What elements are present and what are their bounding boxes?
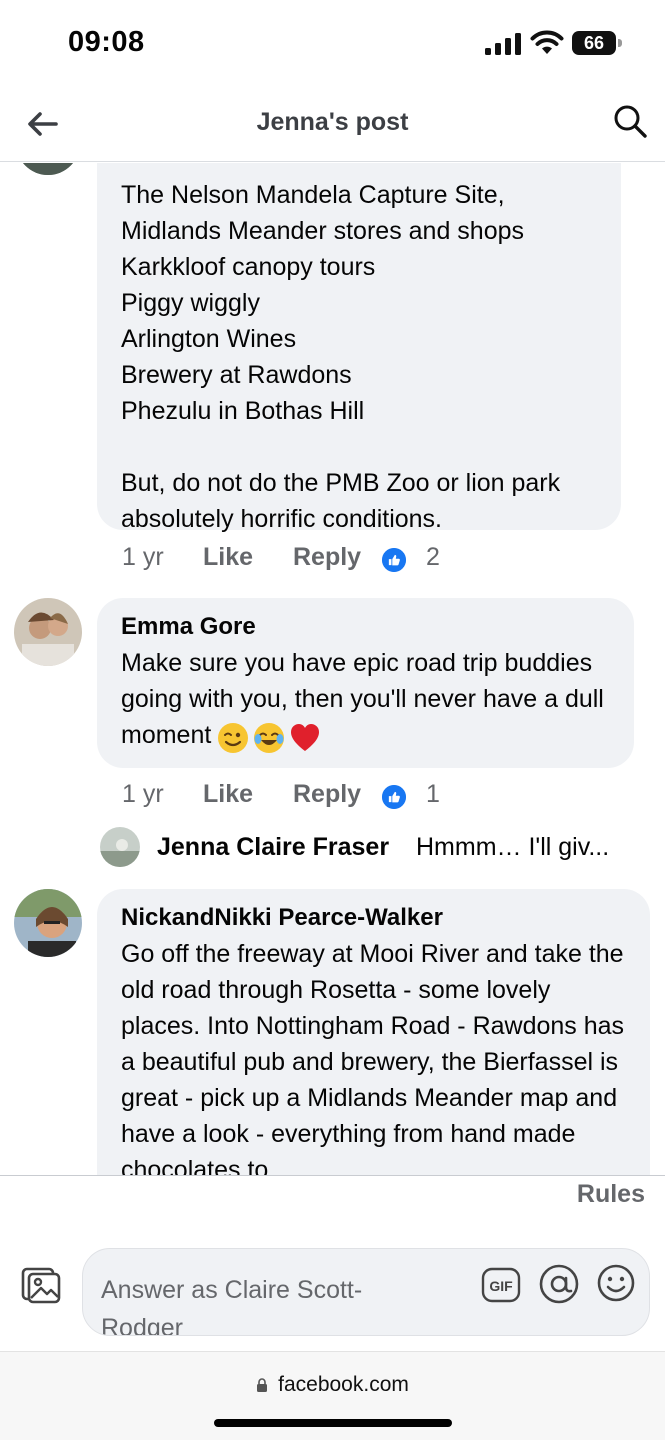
photo-icon[interactable] [20,1264,62,1306]
url-text: facebook.com [278,1373,409,1396]
reply-button[interactable]: Reply [293,543,361,572]
comment-text: Go off the freeway at Mooi River and tak… [121,940,625,1175]
svg-text:GIF: GIF [489,1278,513,1294]
like-reaction-icon [380,546,408,574]
comment-bubble[interactable]: NickandNikki Pearce-Walker Go off the fr… [97,889,650,1175]
battery-level: 66 [572,31,616,55]
reaction-count: 1 [426,780,440,808]
browser-bar: facebook.com [0,1351,665,1440]
avatar[interactable] [16,163,80,175]
battery-icon: 66 [572,31,622,55]
comment-text: Make sure you have epic road trip buddie… [121,649,604,749]
like-reaction-icon [380,783,408,811]
comment-composer: Rules Answer as Claire Scott-Rodger GIF [0,1175,665,1351]
comment-actions: 1 yr Like Reply 2 [122,543,522,577]
like-button[interactable]: Like [203,780,253,809]
reply-author[interactable]: Jenna Claire Fraser [157,833,389,862]
reaction-count: 2 [426,543,440,571]
comments-feed[interactable]: The Nelson Mandela Capture Site, Midland… [0,163,665,1175]
page-title: Jenna's post [256,108,409,136]
reply-preview[interactable]: Jenna Claire Fraser Hmmm… I'll giv... [100,827,660,871]
comment-author[interactable]: NickandNikki Pearce-Walker [121,903,626,933]
emoji-icon[interactable] [596,1263,636,1303]
wifi-icon [530,30,564,54]
status-time: 09:08 [68,26,145,58]
lock-icon [256,1374,268,1392]
comment-bubble[interactable]: The Nelson Mandela Capture Site, Midland… [97,163,621,533]
comment-time: 1 yr [122,543,164,571]
reply-button[interactable]: Reply [293,780,361,809]
like-button[interactable]: Like [203,543,253,572]
avatar[interactable] [14,889,82,957]
address-bar[interactable]: facebook.com [0,1373,665,1397]
comment-author[interactable]: Emma Gore [121,612,610,642]
comment-bubble[interactable]: Emma Gore Make sure you have epic road t… [97,598,634,768]
comment-text: The Nelson Mandela Capture Site, Midland… [121,181,561,533]
reply-snippet: Hmmm… I'll giv... [416,833,610,861]
gif-icon[interactable]: GIF [481,1265,521,1305]
comment-input-placeholder: Answer as Claire Scott-Rodger [101,1276,363,1336]
comment-time: 1 yr [122,780,164,808]
avatar[interactable] [14,598,82,666]
search-icon[interactable] [610,102,650,142]
comment-actions: 1 yr Like Reply 1 [122,780,522,814]
comment-input[interactable]: Answer as Claire Scott-Rodger GIF [82,1248,650,1336]
avatar[interactable] [100,827,140,867]
rules-link[interactable]: Rules [577,1180,645,1209]
red-heart-emoji [291,723,320,751]
mention-icon[interactable] [538,1263,580,1305]
post-header: Jenna's post [0,90,665,162]
cellular-signal-icon [485,33,521,55]
home-indicator[interactable] [214,1419,452,1427]
winking-face-emoji [218,722,249,753]
tears-of-joy-emoji [254,722,285,753]
status-bar: 09:08 66 [0,0,665,90]
emoji-group [217,718,325,754]
